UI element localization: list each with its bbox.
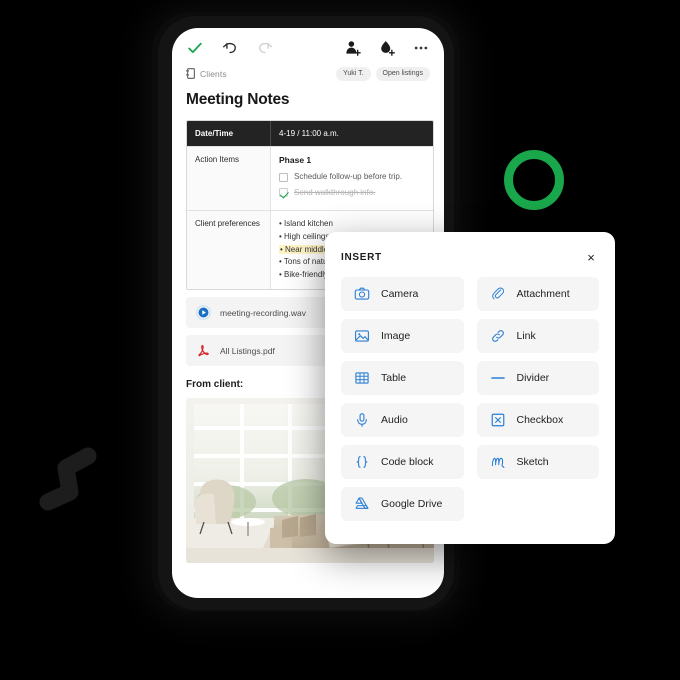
- table-cell-value: 4-19 / 11:00 a.m.: [279, 128, 339, 138]
- table-cell-key: Action Items: [187, 147, 271, 210]
- insert-option-link[interactable]: Link: [476, 319, 599, 353]
- insert-option-attachment[interactable]: Attachment: [476, 277, 599, 311]
- insert-option-table[interactable]: Table: [341, 361, 464, 395]
- image-icon: [355, 330, 369, 342]
- phase-label: Phase 1: [279, 155, 312, 166]
- add-person-icon[interactable]: [344, 39, 362, 57]
- more-options-icon[interactable]: [412, 39, 430, 57]
- table-cell-key: Client preferences: [187, 210, 271, 290]
- insert-option-label: Attachment: [516, 288, 570, 300]
- undo-icon[interactable]: [221, 39, 239, 57]
- attachment-name: meeting-recording.wav: [220, 307, 306, 318]
- close-icon[interactable]: ×: [583, 249, 599, 265]
- paperclip-icon: [491, 287, 504, 300]
- insert-option-checkbox[interactable]: Checkbox: [476, 403, 599, 437]
- task-label: Schedule follow-up before trip.: [294, 172, 403, 182]
- insert-option-label: Code block: [381, 456, 434, 468]
- insert-panel: INSERT × Camera Attachment Image Link Ta…: [325, 232, 615, 544]
- checkbox-unchecked-icon[interactable]: [279, 172, 288, 182]
- pdf-icon: [198, 345, 209, 357]
- insert-option-divider[interactable]: Divider: [476, 361, 599, 395]
- task-item[interactable]: Schedule follow-up before trip.: [279, 171, 425, 183]
- table-icon: [355, 372, 369, 384]
- insert-option-label: Sketch: [516, 456, 549, 468]
- insert-options-grid: Camera Attachment Image Link Table Divid…: [341, 277, 599, 521]
- insert-grid-spacer: [477, 487, 600, 521]
- decorative-green-ring: [504, 150, 564, 210]
- preference-item: • Island kitchen: [279, 218, 333, 228]
- decorative-zigzag-shape: [39, 447, 97, 511]
- table-cell-key: Date/Time: [187, 120, 271, 147]
- sketch-icon: [491, 457, 504, 468]
- table-row-datetime: Date/Time 4-19 / 11:00 a.m.: [187, 120, 433, 147]
- insert-option-audio[interactable]: Audio: [341, 403, 464, 437]
- camera-icon: [354, 287, 370, 300]
- insert-option-code-block[interactable]: Code block: [341, 445, 464, 479]
- notebook-icon: [186, 68, 195, 80]
- insert-option-image[interactable]: Image: [341, 319, 464, 353]
- table-row-action-items: Action Items Phase 1 Schedule follow-up …: [187, 146, 433, 210]
- insert-option-sketch[interactable]: Sketch: [476, 445, 599, 479]
- task-item[interactable]: Send walkthrough info.: [279, 187, 425, 199]
- insert-option-label: Audio: [381, 414, 408, 426]
- insert-option-camera[interactable]: Camera: [341, 277, 464, 311]
- breadcrumb[interactable]: Clients: [186, 68, 227, 80]
- chip-list: Yuki T. Open listings: [336, 67, 430, 81]
- insert-option-label: Link: [516, 330, 536, 342]
- breadcrumb-label: Clients: [200, 68, 227, 79]
- attachment-name: All Listings.pdf: [220, 345, 275, 356]
- check-icon[interactable]: [186, 39, 204, 57]
- insert-panel-header: INSERT ×: [341, 246, 599, 268]
- checkbox-icon: [491, 413, 504, 427]
- insert-option-label: Camera: [381, 288, 419, 300]
- screenshot-stage: Clients Yuki T. Open listings Meeting No…: [0, 0, 680, 680]
- task-label: Send walkthrough info.: [294, 188, 376, 197]
- play-circle-icon: [196, 305, 211, 321]
- divider-icon: [490, 377, 505, 379]
- microphone-icon: [357, 413, 367, 427]
- breadcrumb-row: Clients Yuki T. Open listings: [172, 60, 444, 81]
- insert-option-label: Checkbox: [516, 414, 564, 426]
- redo-icon[interactable]: [256, 39, 274, 57]
- insert-option-label: Image: [381, 330, 411, 342]
- code-braces-icon: [356, 456, 368, 468]
- chip-tag[interactable]: Open listings: [375, 67, 430, 81]
- app-toolbar: [172, 28, 444, 60]
- checkbox-checked-icon[interactable]: [279, 188, 288, 198]
- insert-option-label: Google Drive: [381, 498, 443, 510]
- insert-option-label: Table: [381, 372, 407, 384]
- page-title: Meeting Notes: [186, 90, 290, 108]
- link-icon: [491, 330, 504, 342]
- insert-option-google-drive[interactable]: Google Drive: [341, 487, 464, 521]
- add-label-icon[interactable]: [378, 39, 396, 57]
- google-drive-icon: [355, 497, 369, 509]
- table-cell-value: Phase 1 Schedule follow-up before trip. …: [271, 147, 433, 210]
- insert-option-label: Divider: [516, 372, 550, 384]
- chip-assignee[interactable]: Yuki T.: [336, 67, 371, 81]
- insert-panel-title: INSERT: [341, 251, 382, 263]
